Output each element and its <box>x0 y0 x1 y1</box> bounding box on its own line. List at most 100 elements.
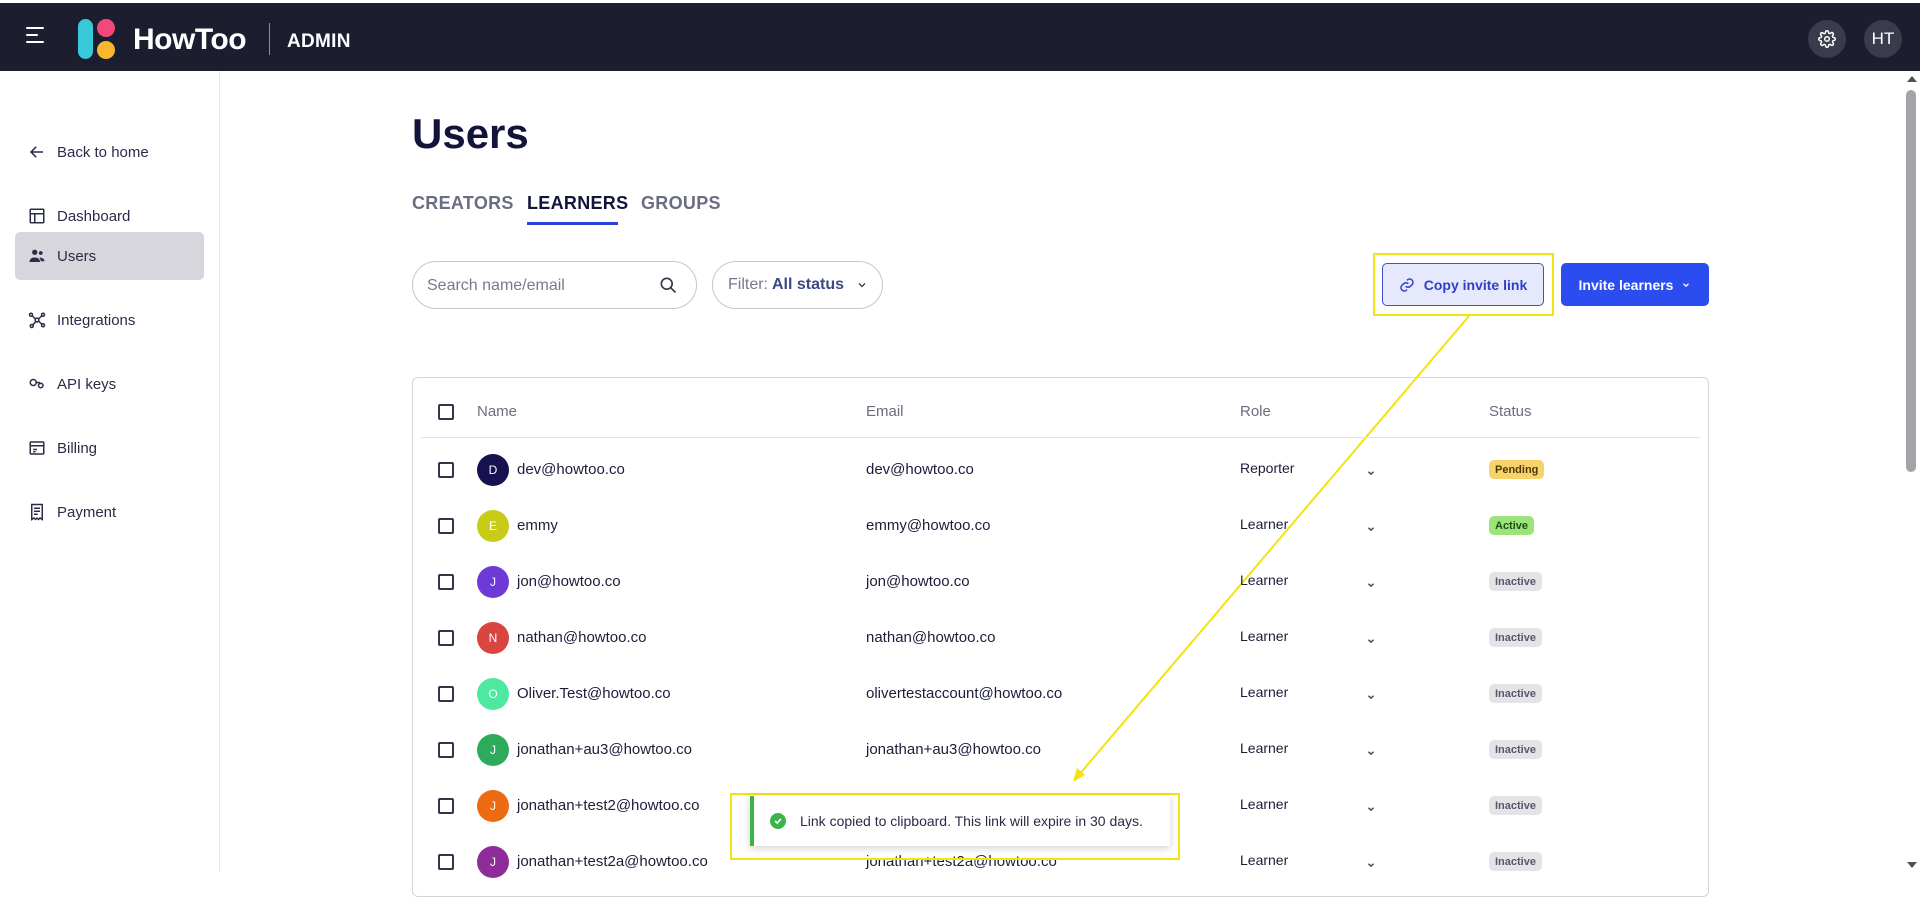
user-avatar[interactable]: HT <box>1864 20 1902 58</box>
chevron-down-icon <box>1366 577 1376 593</box>
sidebar-item-back-to-home[interactable]: Back to home <box>15 128 204 176</box>
top-bar: HowToo ADMIN HT <box>0 0 1920 71</box>
avatar: E <box>477 510 509 542</box>
table-header-divider <box>421 437 1700 438</box>
sidebar-item-label: Integrations <box>57 311 136 329</box>
user-name: emmy <box>517 517 558 534</box>
status-badge: Inactive <box>1489 796 1542 815</box>
status-filter-dropdown[interactable]: Filter: All status <box>712 261 883 309</box>
row-checkbox[interactable] <box>438 630 454 646</box>
user-name: nathan@howtoo.co <box>517 629 647 646</box>
sidebar-item-users[interactable]: Users <box>15 232 204 280</box>
avatar: J <box>477 734 509 766</box>
brand-divider <box>269 23 270 55</box>
role-dropdown[interactable]: Learner <box>1240 572 1380 596</box>
avatar: J <box>477 790 509 822</box>
billing-icon <box>27 438 47 458</box>
check-circle-icon <box>770 813 786 829</box>
dashboard-icon <box>27 206 47 226</box>
role-dropdown[interactable]: Learner <box>1240 684 1380 708</box>
column-header-email: Email <box>866 403 904 420</box>
sidebar-item-billing[interactable]: Billing <box>15 424 204 472</box>
chevron-down-icon <box>1366 633 1376 649</box>
role-dropdown[interactable]: Learner <box>1240 516 1380 540</box>
brand-logo-icon <box>78 17 120 59</box>
user-email: emmy@howtoo.co <box>866 517 991 534</box>
row-checkbox[interactable] <box>438 518 454 534</box>
page-title: Users <box>412 110 529 157</box>
chevron-down-icon <box>1366 689 1376 705</box>
role-value: Learner <box>1240 796 1289 812</box>
status-badge: Inactive <box>1489 572 1542 591</box>
user-name: jonathan+test2@howtoo.co <box>517 797 700 814</box>
sidebar-item-label: Users <box>57 247 97 265</box>
copy-invite-link-button[interactable]: Copy invite link <box>1382 263 1544 306</box>
role-dropdown[interactable]: Learner <box>1240 796 1380 820</box>
tab-groups[interactable]: GROUPS <box>641 193 721 214</box>
settings-button[interactable] <box>1808 20 1846 58</box>
chevron-down-icon <box>1366 745 1376 761</box>
invite-learners-button[interactable]: Invite learners <box>1561 263 1709 306</box>
role-value: Learner <box>1240 852 1289 868</box>
sidebar-item-label: API keys <box>57 375 117 393</box>
row-checkbox[interactable] <box>438 742 454 758</box>
menu-icon[interactable] <box>26 27 48 47</box>
role-value: Learner <box>1240 572 1289 588</box>
row-checkbox[interactable] <box>438 574 454 590</box>
integrations-icon <box>27 310 47 330</box>
user-email: jonathan+au3@howtoo.co <box>866 741 1041 758</box>
role-value: Learner <box>1240 684 1289 700</box>
search-box <box>412 261 697 309</box>
user-email: olivertestaccount@howtoo.co <box>866 685 1063 702</box>
search-icon[interactable] <box>658 275 678 295</box>
toast-notification: Link copied to clipboard. This link will… <box>750 796 1170 846</box>
status-badge: Inactive <box>1489 684 1542 703</box>
role-dropdown[interactable]: Learner <box>1240 628 1380 652</box>
status-badge: Inactive <box>1489 740 1542 759</box>
role-dropdown[interactable]: Learner <box>1240 740 1380 764</box>
column-header-name: Name <box>477 403 518 420</box>
chevron-down-icon <box>858 283 866 288</box>
key-icon <box>27 374 47 394</box>
select-all-checkbox[interactable] <box>438 404 454 420</box>
row-checkbox[interactable] <box>438 686 454 702</box>
tab-learners[interactable]: LEARNERS <box>527 193 628 214</box>
filter-value: All status <box>772 276 845 293</box>
user-email: dev@howtoo.co <box>866 461 974 478</box>
chevron-down-icon <box>1366 465 1376 481</box>
sidebar: Back to home Dashboard Users Integration… <box>0 71 220 871</box>
scroll-up-arrow-icon[interactable] <box>1907 76 1917 82</box>
row-checkbox[interactable] <box>438 462 454 478</box>
user-email: jonathan+test2a@howtoo.co <box>866 853 1057 870</box>
gear-icon <box>1818 30 1836 48</box>
avatar: J <box>477 566 509 598</box>
sidebar-item-label: Payment <box>57 503 117 521</box>
scrollbar-thumb[interactable] <box>1906 90 1916 472</box>
chevron-down-icon <box>1366 521 1376 537</box>
row-checkbox[interactable] <box>438 798 454 814</box>
user-email: jon@howtoo.co <box>866 573 970 590</box>
link-icon <box>1399 277 1415 293</box>
user-name: Oliver.Test@howtoo.co <box>517 685 671 702</box>
sidebar-item-integrations[interactable]: Integrations <box>15 296 204 344</box>
user-email: nathan@howtoo.co <box>866 629 996 646</box>
scroll-down-arrow-icon[interactable] <box>1907 862 1917 868</box>
sidebar-item-label: Back to home <box>57 143 149 161</box>
status-badge: Active <box>1489 516 1535 535</box>
status-badge: Inactive <box>1489 852 1542 871</box>
section-label: ADMIN <box>287 31 351 52</box>
role-dropdown[interactable]: Learner <box>1240 852 1380 876</box>
sidebar-item-payment[interactable]: Payment <box>15 488 204 536</box>
role-dropdown[interactable]: Reporter <box>1240 460 1380 484</box>
avatar: O <box>477 678 509 710</box>
user-name: dev@howtoo.co <box>517 461 625 478</box>
search-input[interactable] <box>427 274 647 298</box>
row-checkbox[interactable] <box>438 854 454 870</box>
sidebar-item-label: Billing <box>57 439 98 457</box>
sidebar-item-api-keys[interactable]: API keys <box>15 360 204 408</box>
role-value: Learner <box>1240 516 1289 532</box>
user-name: jonathan+test2a@howtoo.co <box>517 853 708 870</box>
avatar: N <box>477 622 509 654</box>
avatar: D <box>477 454 509 486</box>
tab-creators[interactable]: CREATORS <box>412 193 514 214</box>
